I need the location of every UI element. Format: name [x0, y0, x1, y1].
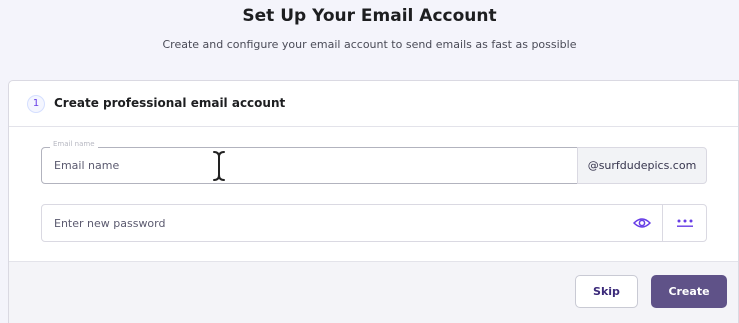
email-name-input[interactable] [42, 148, 577, 183]
password-input[interactable] [42, 205, 622, 241]
password-field-wrapper[interactable] [41, 204, 707, 242]
card-footer: Skip Create [9, 261, 738, 323]
step-number-badge: 1 [27, 95, 45, 113]
show-password-button[interactable] [622, 205, 662, 241]
create-email-card: 1 Create professional email account Emai… [8, 80, 739, 323]
email-name-field-wrapper[interactable]: Email name [41, 140, 578, 184]
create-button[interactable]: Create [651, 275, 727, 308]
skip-button[interactable]: Skip [575, 275, 638, 308]
setup-email-page: Set Up Your Email Account Create and con… [0, 0, 739, 323]
page-subtitle: Create and configure your email account … [162, 38, 577, 51]
page-title: Set Up Your Email Account [242, 6, 497, 26]
email-domain-suffix: @surfdudepics.com [577, 147, 707, 184]
text-cursor-icon [212, 150, 226, 182]
eye-icon [633, 218, 651, 228]
password-dots-icon [676, 219, 693, 227]
email-name-floating-label: Email name [50, 140, 98, 148]
step-title: Create professional email account [54, 96, 286, 110]
email-name-group: Email name @surfdudepics.com [41, 140, 707, 184]
step-header: 1 Create professional email account [9, 81, 738, 127]
generate-password-button[interactable] [662, 205, 706, 241]
